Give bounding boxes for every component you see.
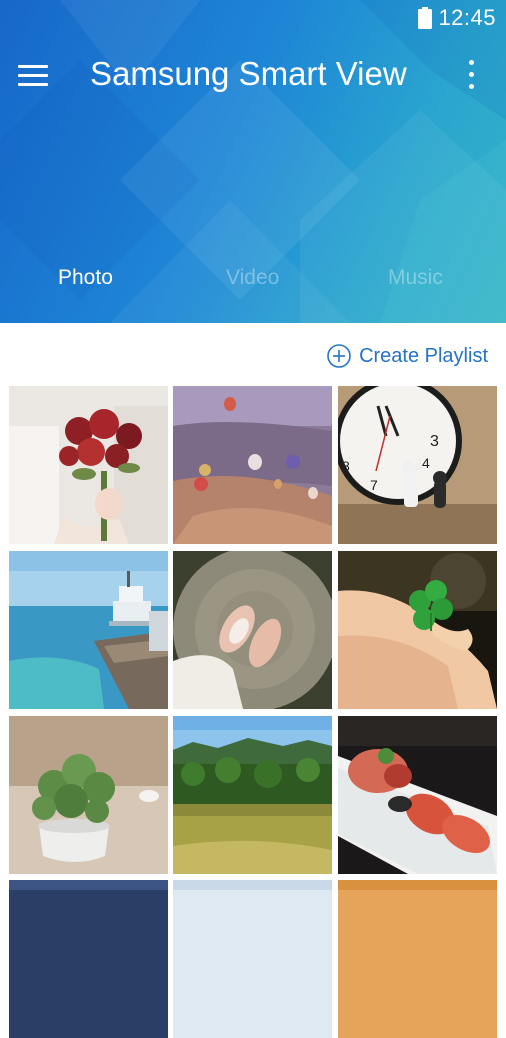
status-bar: 12:45	[0, 0, 506, 36]
battery-icon	[418, 7, 432, 29]
photo-sushi-plate[interactable]	[338, 716, 497, 874]
photo-red-roses-bouquet[interactable]	[9, 386, 168, 544]
add-circle-icon	[327, 344, 351, 368]
create-playlist-label: Create Playlist	[359, 344, 488, 367]
hamburger-menu-icon[interactable]	[14, 58, 52, 92]
svg-text:8: 8	[342, 458, 350, 474]
photo-sunset[interactable]	[338, 880, 497, 1038]
app-header: 12:45 Samsung Smart View Photo Video Mus…	[0, 0, 506, 323]
svg-text:4: 4	[422, 455, 430, 471]
tab-music[interactable]: Music	[388, 266, 443, 290]
svg-text:7: 7	[370, 477, 378, 493]
photo-green-field-trees[interactable]	[173, 716, 332, 874]
photo-seaside-lighthouse[interactable]	[9, 551, 168, 709]
photo-clouds[interactable]	[173, 880, 332, 1038]
svg-text:3: 3	[430, 433, 439, 450]
photo-hand-holding-clover[interactable]	[338, 551, 497, 709]
photo-potted-succulent[interactable]	[9, 716, 168, 874]
status-time: 12:45	[438, 5, 496, 30]
app-title: Samsung Smart View	[90, 55, 407, 92]
photo-night-sky[interactable]	[9, 880, 168, 1038]
photo-shoes-on-wood-stump[interactable]	[173, 551, 332, 709]
photo-wall-clock-figurines[interactable]: 3 4 7 8	[338, 386, 497, 544]
tab-photo[interactable]: Photo	[58, 266, 113, 290]
create-playlist-button[interactable]: Create Playlist	[327, 342, 488, 370]
photo-grid: 3 4 7 8	[0, 386, 506, 1038]
tab-video[interactable]: Video	[226, 266, 279, 290]
photo-hot-air-balloons-valley[interactable]	[173, 386, 332, 544]
more-vert-icon[interactable]	[458, 56, 486, 94]
